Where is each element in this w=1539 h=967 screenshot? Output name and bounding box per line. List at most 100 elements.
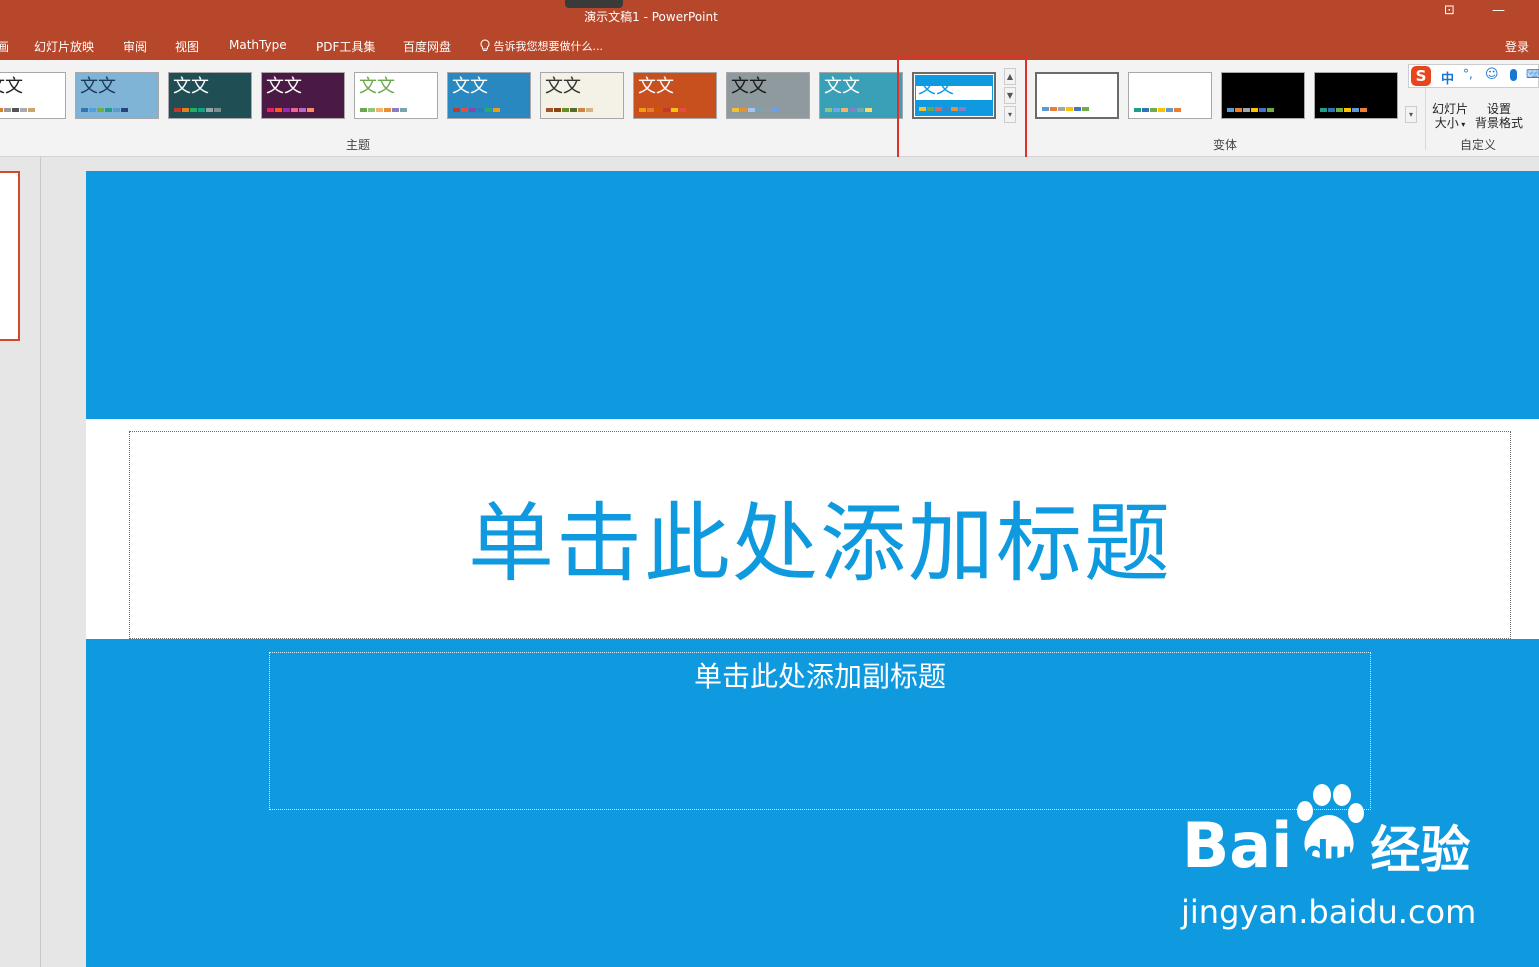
tab-slideshow[interactable]: 幻灯片放映: [34, 38, 94, 55]
theme-sample-text: 文文: [452, 76, 488, 97]
variant-thumbnail[interactable]: [1128, 72, 1212, 119]
theme-thumbnail[interactable]: 文文: [633, 72, 717, 119]
color-swatch: [927, 107, 934, 111]
theme-thumbnail[interactable]: 文文: [0, 72, 66, 119]
color-swatch: [4, 108, 11, 112]
color-swatch: [1166, 108, 1173, 112]
slide-size-button[interactable]: 幻灯片 大小 ▾: [1432, 102, 1468, 132]
tell-me-search[interactable]: 告诉我您想要做什么...: [480, 38, 603, 54]
color-swatch: [121, 108, 128, 112]
tab-mathtype[interactable]: MathType: [229, 38, 287, 52]
theme-thumbnail[interactable]: 文文: [540, 72, 624, 119]
color-swatch: [772, 108, 779, 112]
color-swatch: [1074, 107, 1081, 111]
tab-draw[interactable]: 画: [0, 38, 9, 55]
color-swatch: [554, 108, 561, 112]
color-swatch: [1174, 108, 1181, 112]
color-swatch: [865, 108, 872, 112]
group-divider: [1025, 66, 1026, 150]
color-swatch: [951, 107, 958, 111]
theme-thumbnail[interactable]: 文文: [726, 72, 810, 119]
color-swatch: [469, 108, 476, 112]
color-swatch: [671, 108, 678, 112]
variant-thumbnail[interactable]: [1035, 72, 1119, 119]
theme-thumbnail[interactable]: 文文: [168, 72, 252, 119]
color-swatch: [28, 108, 35, 112]
format-background-label: 设置: [1487, 102, 1512, 116]
minimize-button[interactable]: —: [1492, 3, 1505, 18]
color-swatch: [679, 108, 686, 112]
variant-thumbnail[interactable]: [1221, 72, 1305, 119]
ime-mode-toggle[interactable]: 中: [1441, 68, 1454, 87]
color-swatch: [97, 108, 104, 112]
slide-thumbnail[interactable]: [0, 171, 20, 341]
theme-sample-text: 文文: [0, 76, 23, 97]
color-swatch: [1259, 108, 1266, 112]
variant-color-swatches: [1320, 108, 1368, 112]
gallery-scroll-down[interactable]: ▼: [1004, 87, 1016, 104]
color-swatch: [546, 108, 553, 112]
punctuation-icon[interactable]: °,: [1463, 67, 1473, 81]
color-swatch: [841, 108, 848, 112]
variant-color-swatches: [1134, 108, 1182, 112]
color-swatch: [190, 108, 197, 112]
baidu-du-text: du: [1304, 834, 1353, 874]
emoji-icon[interactable]: ☺: [1485, 67, 1499, 82]
jingyan-cn-text: 经验: [1370, 821, 1471, 879]
microphone-icon[interactable]: [1510, 69, 1517, 81]
format-background-label-2: 背景格式: [1475, 116, 1524, 130]
color-swatch: [12, 108, 19, 112]
ime-toolbar[interactable]: S 中 °, ☺ ⌨: [1408, 64, 1539, 88]
variant-color-swatches: [1042, 107, 1090, 111]
color-swatch: [1050, 107, 1057, 111]
theme-sample-text: 文文: [824, 76, 860, 97]
theme-thumbnail[interactable]: 文文: [261, 72, 345, 119]
themes-group-label: 主题: [346, 138, 371, 152]
theme-color-swatches: [825, 108, 873, 112]
ribbon-display-options-icon[interactable]: ⊡: [1444, 3, 1455, 18]
color-swatch: [360, 108, 367, 112]
title-placeholder[interactable]: 单击此处添加标题: [129, 431, 1511, 639]
tab-view[interactable]: 视图: [175, 38, 199, 55]
color-swatch: [105, 108, 112, 112]
theme-thumbnail[interactable]: 文文: [912, 72, 996, 119]
color-swatch: [283, 108, 290, 112]
tab-baidu-netdisk[interactable]: 百度网盘: [403, 38, 451, 55]
color-swatch: [392, 108, 399, 112]
color-swatch: [1336, 108, 1343, 112]
theme-color-swatches: [174, 108, 222, 112]
login-link[interactable]: 登录: [1505, 38, 1529, 55]
color-swatch: [825, 108, 832, 112]
color-swatch: [562, 108, 569, 112]
variant-thumbnail[interactable]: [1314, 72, 1398, 119]
color-swatch: [461, 108, 468, 112]
theme-thumbnail[interactable]: 文文: [354, 72, 438, 119]
tab-pdf-tools[interactable]: PDF工具集: [316, 38, 375, 55]
theme-thumbnail[interactable]: 文文: [447, 72, 531, 119]
theme-color-swatches: [81, 108, 129, 112]
color-swatch: [400, 108, 407, 112]
theme-sample-text: 文文: [638, 76, 674, 97]
gallery-scroll-up[interactable]: ▲: [1004, 68, 1016, 85]
color-swatch: [376, 108, 383, 112]
tab-review[interactable]: 审阅: [123, 38, 147, 55]
format-background-button[interactable]: 设置 背景格式: [1475, 102, 1523, 130]
gallery-more-button[interactable]: ▾: [1004, 106, 1016, 123]
theme-color-swatches: [0, 108, 36, 112]
subtitle-placeholder[interactable]: 单击此处添加副标题: [269, 652, 1371, 810]
theme-thumbnail[interactable]: 文文: [819, 72, 903, 119]
theme-thumbnail[interactable]: 文文: [75, 72, 159, 119]
chevron-down-icon: ▾: [1458, 120, 1466, 129]
customize-group-label: 自定义: [1460, 138, 1497, 152]
color-swatch: [943, 107, 950, 111]
lightbulb-icon: [480, 39, 490, 51]
keyboard-icon[interactable]: ⌨: [1526, 67, 1539, 81]
color-swatch: [182, 108, 189, 112]
color-swatch: [849, 108, 856, 112]
variant-more-button[interactable]: ▾: [1405, 106, 1417, 123]
color-swatch: [764, 108, 771, 112]
color-swatch: [655, 108, 662, 112]
color-swatch: [740, 108, 747, 112]
color-swatch: [1320, 108, 1327, 112]
color-swatch: [1134, 108, 1141, 112]
